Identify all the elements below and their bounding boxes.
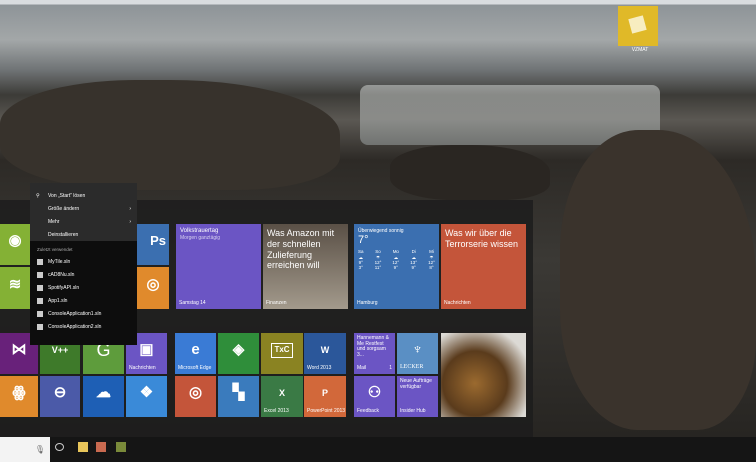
tile-spotify-2[interactable]: ≋: [0, 267, 30, 309]
file-icon: [37, 297, 43, 304]
dropbox-icon: ❖: [139, 384, 154, 402]
tile-edge[interactable]: e Microsoft Edge: [175, 333, 216, 374]
tile-word[interactable]: W Word 2013: [304, 333, 346, 374]
file-icon: [37, 310, 43, 317]
finance-label: Finanzen: [266, 300, 287, 306]
chrome-icon: ◎: [188, 384, 203, 402]
search-box[interactable]: 🎙: [0, 437, 50, 462]
rock: [560, 130, 756, 430]
squares-icon: ▚: [232, 384, 245, 402]
tile-windows-app[interactable]: ▚: [218, 376, 259, 417]
tile-feedback[interactable]: ⚇ Feedback: [354, 376, 395, 417]
tile-food-photo[interactable]: [441, 333, 526, 417]
tile-powerpoint[interactable]: P PowerPoint 2013: [304, 376, 346, 417]
calendar-date: Samstag 14: [179, 300, 206, 306]
tile-chrome[interactable]: ◎: [175, 376, 216, 417]
file-explorer-icon[interactable]: [78, 442, 88, 452]
angel-icon: ♆: [411, 341, 424, 359]
file-icon: [37, 271, 43, 278]
powerpoint-icon: P: [321, 387, 328, 398]
taskbar-app-icon[interactable]: [116, 442, 126, 452]
recent-item[interactable]: MyTile.sln: [30, 255, 137, 268]
excel-icon: X: [278, 387, 285, 398]
news-label: Nachrichten: [444, 300, 471, 306]
file-icon: [37, 284, 43, 291]
recent-header: Zuletzt verwendet: [37, 247, 73, 252]
tile-feedly[interactable]: ◈: [218, 333, 259, 374]
chevron-right-icon: ›: [129, 205, 131, 212]
rock: [390, 145, 550, 200]
tile-eye-app[interactable]: ◎: [137, 267, 169, 309]
calendar-subtitle: Morgen ganztägig: [180, 235, 221, 242]
finance-headline: Was Amazon mit der schnellen Zulieferung…: [267, 228, 335, 271]
tile-onedrive[interactable]: ☁: [83, 376, 124, 417]
eclipse-icon: ⊖: [53, 384, 67, 402]
desktop-icon-label: VZMAT: [631, 47, 649, 53]
tile-eclipse[interactable]: ⊖: [40, 376, 80, 417]
rock: [0, 80, 340, 190]
cloud-icon: ☁: [96, 384, 111, 402]
tile-spotify[interactable]: ◉: [0, 224, 30, 265]
tile-excel[interactable]: X Excel 2013: [261, 376, 303, 417]
tile-dropbox[interactable]: ❖: [126, 376, 167, 417]
spotify-icon: ≋: [8, 275, 22, 293]
recent-item[interactable]: cAD8Nu.sln: [30, 268, 137, 281]
tile-photoshop[interactable]: Ps: [137, 224, 169, 265]
menu-item-resize[interactable]: Größe ändern ›: [30, 202, 137, 215]
lightning-icon: ◈: [232, 341, 245, 359]
menu-item-unpin[interactable]: ⚲ Von „Start“ lösen: [30, 189, 137, 202]
tile-weather[interactable]: Überwiegend sonnig 7° Sa ☁ 9° 3° So ☂ 12° 11° …: [354, 224, 439, 309]
tile-insider-hub[interactable]: Neue Aufträge verfügbar Insider Hub: [397, 376, 438, 417]
eye-icon: ◎: [146, 275, 160, 293]
tile-finance[interactable]: Was Amazon mit der schnellen Zulieferung…: [263, 224, 348, 309]
weather-city: Hamburg: [357, 300, 378, 306]
word-icon: W: [320, 344, 330, 355]
desktop-shortcut-vzmat[interactable]: [618, 6, 658, 46]
taskbar-app-icon[interactable]: [96, 442, 106, 452]
recent-item[interactable]: ConsoleApplication1.sln: [30, 307, 137, 320]
microphone-icon[interactable]: 🎙: [35, 445, 45, 454]
spotify-icon: ◉: [8, 232, 22, 250]
recent-item[interactable]: SpotifyAPI.sln: [30, 281, 137, 294]
task-view-button[interactable]: [55, 443, 64, 451]
taskbar: [0, 437, 756, 462]
forecast: Sa ☁ 9° 3° So ☂ 12° 11° Mo ☁ 12° 9° Di ☁ 13° 9° Mi ☂ 1…: [358, 249, 435, 271]
feedback-icon: ⚇: [367, 384, 382, 402]
chevron-right-icon: ›: [129, 218, 131, 225]
menu-item-more[interactable]: Mehr ›: [30, 215, 137, 228]
tile-mail[interactable]: Hannemann & Me Restfest und sorgsam 3...…: [354, 333, 395, 374]
file-icon: [37, 258, 43, 265]
tile-txc[interactable]: TxC: [261, 333, 303, 374]
context-menu: ⚲ Von „Start“ lösen Größe ändern › Mehr › D…: [30, 183, 137, 345]
calendar-title: Volkstrauertag: [180, 228, 219, 234]
app-icon: [628, 15, 647, 34]
news-headline: Was wir über die Terrorserie wissen: [445, 228, 519, 249]
tile-news[interactable]: Was wir über die Terrorserie wissen Nach…: [441, 224, 526, 309]
recent-item[interactable]: ConsoleApplication2.sln: [30, 320, 137, 333]
xampp-icon: ꙮ: [12, 384, 26, 402]
tile-lecker[interactable]: ♆ LECKER: [397, 333, 438, 374]
tile-calendar[interactable]: Volkstrauertag Morgen ganztägig Samstag …: [176, 224, 261, 309]
menu-item-uninstall[interactable]: Deinstallieren: [30, 228, 137, 241]
recent-item[interactable]: App1.sln: [30, 294, 137, 307]
weather-temp: 7°: [358, 234, 369, 246]
file-icon: [37, 323, 43, 330]
tile-xampp[interactable]: ꙮ: [0, 376, 38, 417]
unpin-icon: ⚲: [36, 192, 40, 199]
